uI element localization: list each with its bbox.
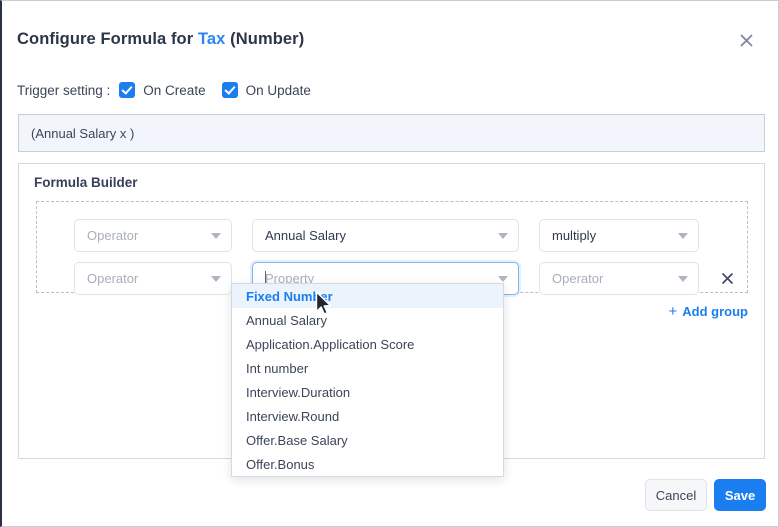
chevron-down-icon: [211, 232, 221, 239]
cancel-button[interactable]: Cancel: [645, 479, 707, 511]
chevron-down-icon: [498, 275, 508, 282]
save-button[interactable]: Save: [714, 479, 766, 511]
operator-select-row2-left-value: Operator: [87, 271, 139, 286]
operator-select-row1-left[interactable]: Operator: [74, 219, 232, 252]
dropdown-option-interview-duration[interactable]: Interview.Duration: [232, 380, 503, 404]
remove-row-button[interactable]: [717, 268, 737, 288]
operator-select-row2-right[interactable]: Operator: [539, 262, 699, 295]
operator-select-row1-right[interactable]: multiply: [539, 219, 699, 252]
formula-group: Operator Annual Salary multiply Operator…: [36, 201, 748, 295]
trigger-setting-label: Trigger setting :: [17, 82, 111, 98]
page-title-prefix: Configure Formula for: [17, 30, 198, 48]
chevron-down-icon: [211, 275, 221, 282]
checkbox-on-create[interactable]: [119, 82, 136, 98]
trigger-setting-row: Trigger setting : On Create On Update: [17, 80, 327, 100]
operator-select-row1-left-value: Operator: [87, 228, 139, 243]
property-select-row1[interactable]: Annual Salary: [252, 219, 519, 252]
checkbox-on-update[interactable]: [221, 82, 238, 98]
dropdown-option-offer-base-salary[interactable]: Offer.Base Salary: [232, 428, 503, 452]
dropdown-option-fixed-number[interactable]: Fixed Number: [232, 284, 503, 308]
add-group-button[interactable]: + Add group: [669, 304, 748, 319]
configure-formula-dialog: Configure Formula for Tax (Number) Trigg…: [0, 0, 779, 527]
dropdown-option-offer-bonus[interactable]: Offer.Bonus: [232, 452, 503, 476]
operator-select-row2-right-value: Operator: [552, 271, 604, 286]
dropdown-option-int-number[interactable]: Int number: [232, 356, 503, 380]
close-icon[interactable]: [735, 29, 757, 51]
checkbox-on-update-label[interactable]: On Update: [246, 83, 311, 98]
dropdown-option-interview-round[interactable]: Interview.Round: [232, 404, 503, 428]
checkbox-on-create-label[interactable]: On Create: [143, 83, 205, 98]
operator-select-row1-right-value: multiply: [552, 228, 597, 243]
page-title-field: Tax: [197, 30, 226, 48]
operator-select-row2-left[interactable]: Operator: [74, 262, 232, 295]
formula-preview-text: (Annual Salary x ): [31, 125, 135, 141]
property-select-row1-value: Annual Salary: [265, 228, 346, 243]
chevron-down-icon: [498, 232, 508, 239]
formula-preview: (Annual Salary x ): [18, 114, 765, 152]
add-group-label: Add group: [682, 304, 748, 319]
dropdown-option-application-score[interactable]: Application.Application Score: [232, 332, 503, 356]
property-dropdown-list[interactable]: Fixed Number Annual Salary Application.A…: [231, 283, 504, 477]
chevron-down-icon: [678, 232, 688, 239]
page-title-suffix: (Number): [225, 30, 305, 48]
dropdown-option-annual-salary[interactable]: Annual Salary: [232, 308, 503, 332]
dialog-header: Configure Formula for Tax (Number): [2, 1, 778, 67]
page-title: Configure Formula for Tax (Number): [17, 30, 304, 49]
chevron-down-icon: [678, 275, 688, 282]
formula-builder-title: Formula Builder: [34, 175, 138, 190]
plus-icon: +: [668, 303, 678, 320]
